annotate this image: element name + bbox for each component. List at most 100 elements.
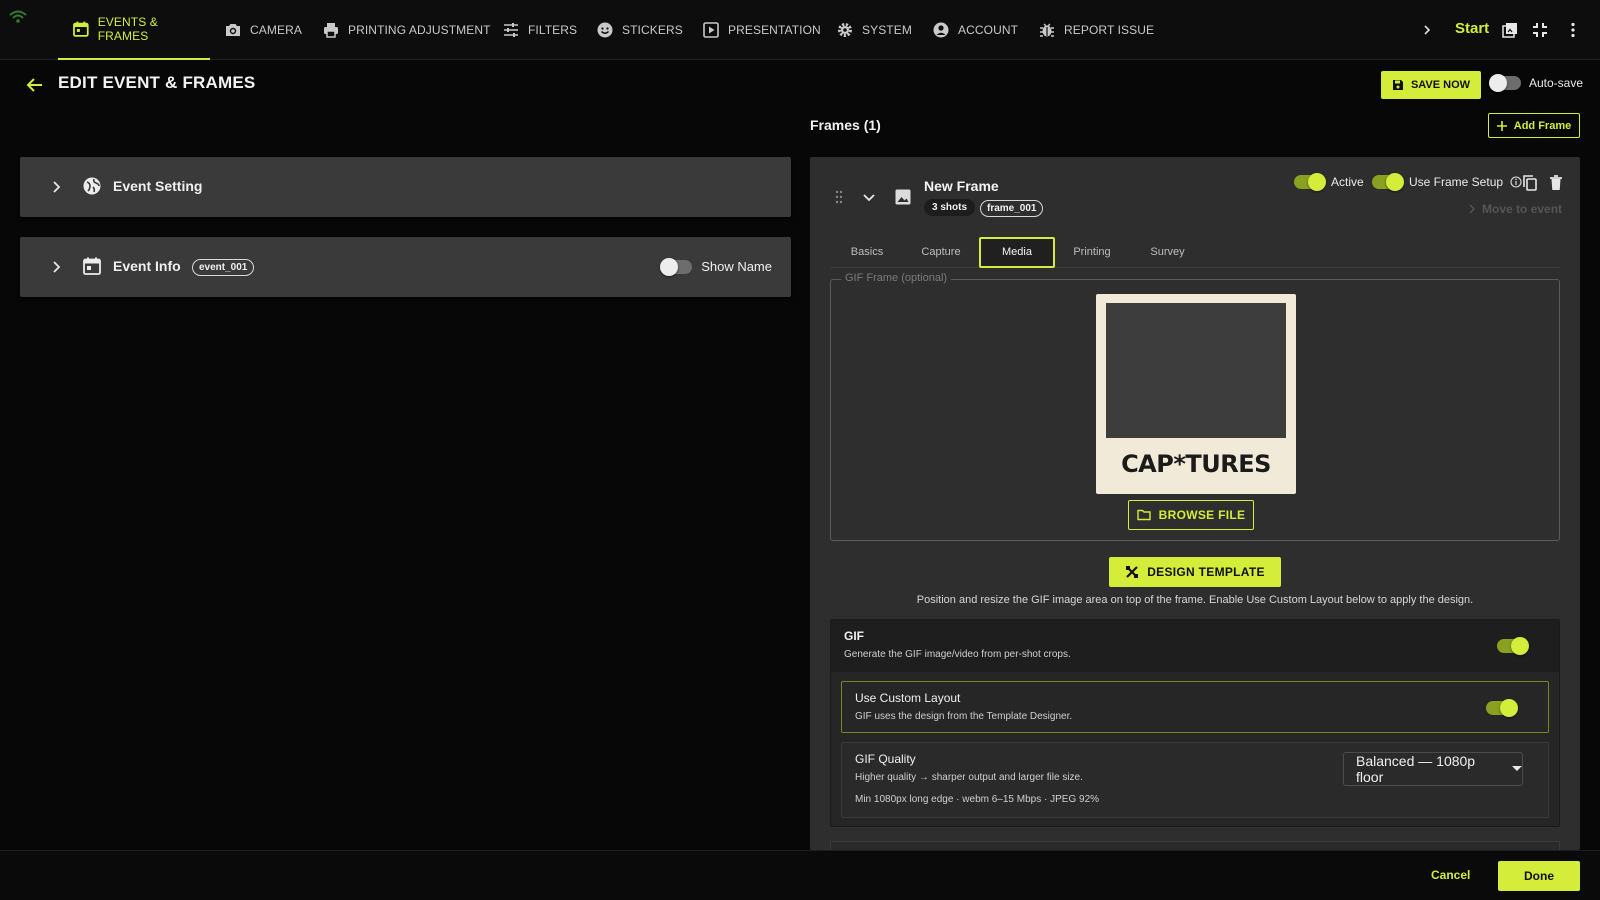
move-to-event-button[interactable]: Move to event [1468, 202, 1562, 216]
nav-tab-label: PRESENTATION [728, 23, 821, 37]
design-template-button[interactable]: DESIGN TEMPLATE [1109, 557, 1281, 587]
nav-tab-label: REPORT ISSUE [1064, 23, 1155, 37]
autosave-control: Auto-save [1489, 74, 1584, 92]
custom-layout-toggle[interactable] [1486, 699, 1518, 717]
wifi-icon [9, 10, 27, 23]
page-title: EDIT EVENT & FRAMES [58, 73, 256, 92]
nav-tab-events-frames[interactable]: EVENTS & FRAMES [58, 0, 210, 60]
nav-tab-camera[interactable]: CAMERA [224, 0, 302, 60]
nav-tab-report-issue[interactable]: REPORT ISSUE [1038, 0, 1154, 60]
gif-quality-spec: Min 1080px long edge · webm 6–15 Mbps · … [855, 794, 1100, 805]
calendar-icon [73, 21, 89, 37]
gif-title: GIF [844, 629, 864, 643]
autosave-label: Auto-save [1529, 76, 1584, 90]
custom-layout-title: Use Custom Layout [855, 691, 961, 705]
gif-settings-section: GIF Generate the GIF image/video from pe… [830, 619, 1560, 827]
event-setting-title: Event Setting [113, 178, 203, 194]
cancel-button[interactable]: Cancel [1431, 868, 1470, 882]
start-button[interactable]: Start [1455, 20, 1489, 37]
nav-tab-system[interactable]: SYSTEM [836, 0, 912, 60]
caret-down-icon [1512, 766, 1522, 771]
nav-tab-label: CAMERA [250, 23, 302, 37]
save-now-label: SAVE NOW [1410, 79, 1471, 91]
tab-printing[interactable]: Printing [1055, 237, 1129, 268]
add-frame-label: Add Frame [1513, 119, 1572, 132]
save-icon [1392, 80, 1403, 90]
chevron-right-icon [53, 181, 61, 193]
chevron-right-icon [53, 261, 61, 273]
play-icon [703, 22, 719, 38]
gif-frame-field: GIF Frame (optional) CAP*TURES BROWSE FI… [830, 272, 1560, 541]
copy-icon[interactable] [1521, 174, 1539, 192]
image-icon [895, 189, 911, 205]
chevron-right-icon[interactable] [1417, 20, 1437, 40]
design-tools-icon [1126, 566, 1139, 578]
gallery-icon[interactable] [1500, 20, 1520, 40]
nav-tab-account[interactable]: ACCOUNT [932, 0, 1018, 60]
fullscreen-icon[interactable] [1530, 20, 1550, 40]
show-name-toggle[interactable] [660, 257, 693, 276]
gif-row: GIF Generate the GIF image/video from pe… [831, 620, 1559, 672]
frames-title: Frames (1) [810, 117, 881, 133]
tab-basics[interactable]: Basics [830, 237, 904, 268]
gif-quality-description: Higher quality → sharper output and larg… [855, 772, 1083, 783]
drag-handle-icon[interactable] [834, 190, 844, 204]
move-to-event-label: Move to event [1482, 202, 1563, 216]
frame-preview-image: CAP*TURES [1096, 294, 1296, 494]
chevron-right-icon [1469, 204, 1475, 214]
nav-tab-filters[interactable]: FILTERS [502, 0, 577, 60]
custom-layout-row: Use Custom Layout GIF uses the design fr… [841, 681, 1549, 733]
frame-card: New Frame 3 shots frame_001 Active Use F… [810, 157, 1580, 850]
calendar-icon [83, 257, 101, 275]
tab-survey[interactable]: Survey [1130, 237, 1205, 268]
browse-file-button[interactable]: BROWSE FILE [1128, 500, 1254, 530]
photo-placeholder [1106, 303, 1286, 438]
nav-tab-stickers[interactable]: STICKERS [596, 0, 683, 60]
bug-icon [1040, 23, 1054, 37]
trash-icon[interactable] [1547, 174, 1565, 192]
chevron-down-icon[interactable] [859, 187, 879, 207]
custom-layout-description: GIF uses the design from the Template De… [855, 711, 1073, 722]
use-frame-setup-toggle[interactable] [1372, 173, 1404, 191]
gif-frame-legend: GIF Frame (optional) [841, 272, 952, 284]
frame-id-badge: frame_001 [980, 200, 1044, 217]
nav-tab-label: STICKERS [622, 23, 683, 37]
nav-tab-presentation[interactable]: PRESENTATION [702, 0, 821, 60]
gif-description: Generate the GIF image/video from per-sh… [844, 649, 1071, 660]
event-info-title: Event Info [113, 258, 181, 274]
gif-quality-select[interactable]: Balanced — 1080p floor [1343, 752, 1523, 786]
preview-brand-logo: CAP*TURES [1121, 450, 1271, 478]
back-arrow-icon[interactable] [24, 74, 46, 96]
frame-name: New Frame [924, 178, 999, 194]
nav-tab-label: EVENTS & FRAMES [97, 15, 158, 43]
event-setting-accordion[interactable]: Event Setting [20, 157, 791, 217]
tab-media[interactable]: Media [979, 237, 1055, 268]
gear-icon [838, 23, 852, 37]
done-button[interactable]: Done [1498, 861, 1580, 891]
more-vertical-icon[interactable] [1563, 20, 1583, 40]
printer-icon [324, 23, 338, 38]
gif-toggle[interactable] [1497, 637, 1529, 655]
footer-bar: Cancel Done [0, 850, 1600, 900]
event-info-accordion[interactable]: Event Info event_001 Show Name [20, 237, 791, 297]
use-frame-setup-control: Use Frame Setup [1372, 173, 1522, 191]
shots-badge: 3 shots [924, 199, 976, 216]
add-frame-button[interactable]: Add Frame [1488, 113, 1580, 138]
show-name-label: Show Name [701, 259, 772, 274]
plus-icon [1496, 120, 1507, 131]
autosave-toggle[interactable] [1489, 74, 1521, 92]
smiley-icon [597, 22, 613, 38]
nav-tab-label: SYSTEM [862, 23, 912, 37]
nav-tab-label: FILTERS [528, 23, 578, 37]
active-label: Active [1331, 175, 1364, 189]
tab-capture[interactable]: Capture [904, 237, 978, 268]
nav-tab-printing-adjustment[interactable]: PRINTING ADJUSTMENT [322, 0, 491, 60]
gif-quality-row: GIF Quality Higher quality → sharper out… [841, 742, 1549, 818]
design-help-text: Position and resize the GIF image area o… [916, 594, 1474, 606]
nav-tab-label: ACCOUNT [958, 23, 1019, 37]
active-toggle[interactable] [1294, 173, 1326, 191]
save-now-button[interactable]: SAVE NOW [1381, 71, 1481, 99]
next-section-partial [830, 841, 1560, 850]
show-name-control: Show Name [660, 257, 772, 276]
active-control: Active [1294, 173, 1364, 191]
